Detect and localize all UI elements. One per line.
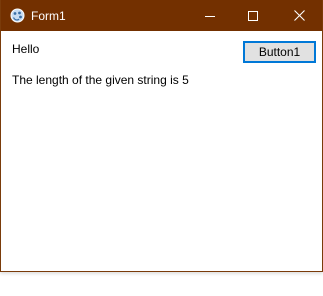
close-icon	[293, 10, 305, 21]
maximize-icon	[248, 10, 258, 21]
window-title: Form1	[31, 9, 66, 23]
minimize-button[interactable]	[187, 0, 233, 31]
title-bar[interactable]: Form1	[1, 0, 322, 31]
label1: Hello	[12, 42, 40, 56]
form-client-area: Hello The length of the given string is …	[1, 31, 322, 271]
button1[interactable]: Button1	[243, 41, 316, 63]
minimize-icon	[205, 15, 215, 17]
maximize-button[interactable]	[230, 0, 276, 31]
label2: The length of the given string is 5	[12, 73, 189, 87]
close-button[interactable]	[276, 0, 322, 31]
form1-window: Form1 Hello The length of the given stri…	[0, 0, 323, 272]
form-app-icon[interactable]	[10, 8, 25, 23]
